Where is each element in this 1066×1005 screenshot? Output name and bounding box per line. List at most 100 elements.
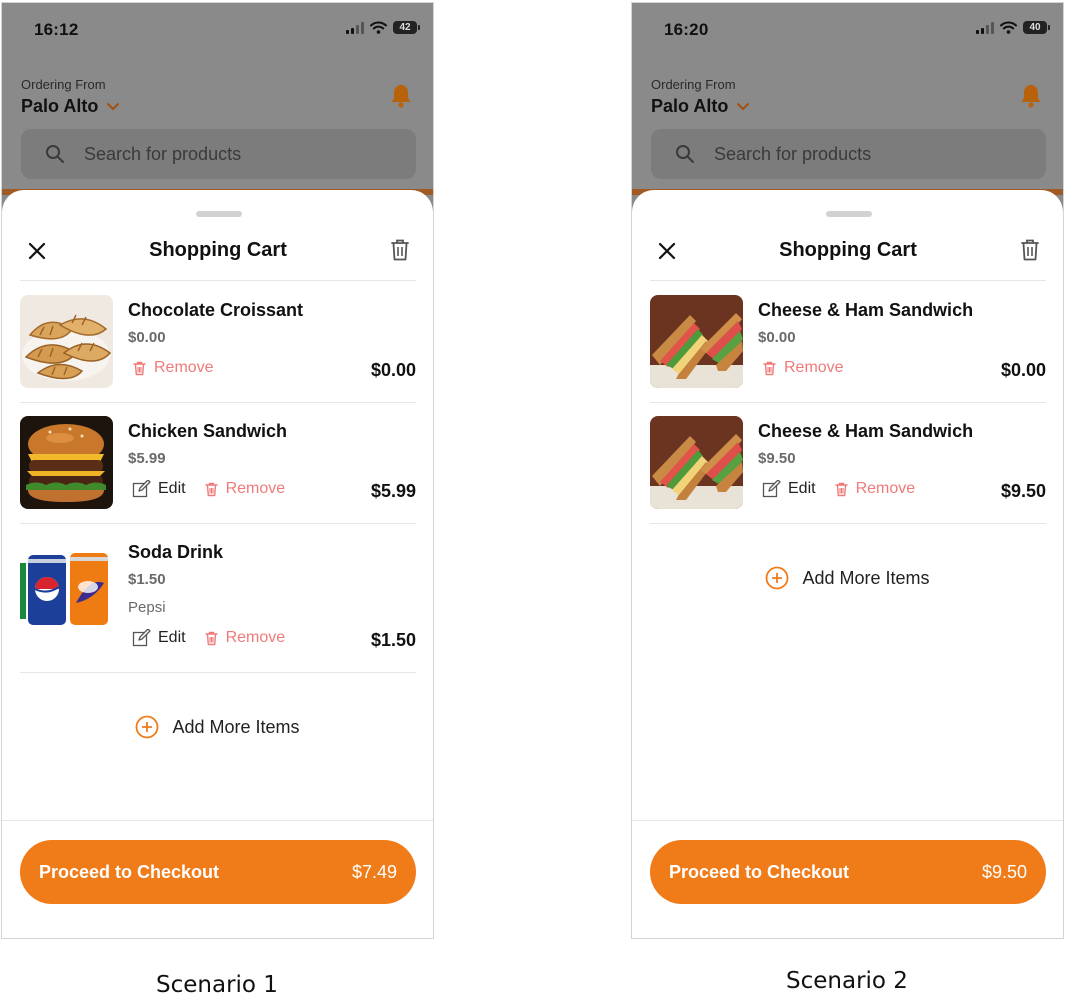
- location-name: Palo Alto: [21, 96, 99, 116]
- edit-label: Edit: [158, 480, 186, 497]
- item-total: $9.50: [1000, 481, 1046, 501]
- item-name: Cheese & Ham Sandwich: [758, 300, 974, 320]
- cart-item: Soda Drink $1.50 Pepsi Edit Remove $1.50: [20, 524, 416, 673]
- chevron-down-icon: [107, 102, 120, 111]
- croissant-image: [20, 295, 113, 388]
- trash-icon: [133, 361, 146, 376]
- ordering-from-label: Ordering From: [651, 77, 736, 92]
- remove-button[interactable]: Remove: [204, 629, 285, 647]
- cart-item: Cheese & Ham Sandwich $9.50 Edit Remove …: [650, 403, 1046, 524]
- cart-title: Shopping Cart: [149, 239, 287, 261]
- item-total: $0.00: [370, 360, 416, 380]
- remove-label: Remove: [225, 480, 286, 497]
- remove-label: Remove: [784, 359, 844, 376]
- item-actions: Edit Remove: [762, 480, 933, 498]
- location-selector[interactable]: Palo Alto: [21, 96, 120, 117]
- burger-image: [20, 416, 113, 509]
- item-variant: Pepsi: [128, 599, 166, 616]
- wifi-icon: [370, 21, 387, 34]
- search-placeholder: Search for products: [714, 143, 872, 164]
- phone-screen-scenario-1: 16:12 42 Ordering From Palo Alto Search …: [1, 2, 434, 939]
- cart-header: Shopping Cart: [20, 230, 416, 281]
- remove-button[interactable]: Remove: [132, 359, 214, 377]
- clear-cart-trash-icon[interactable]: [390, 238, 410, 262]
- search-input[interactable]: Search for products: [651, 129, 1046, 179]
- status-time: 16:20: [664, 20, 709, 39]
- proceed-to-checkout-button[interactable]: Proceed to Checkout $7.49: [20, 840, 416, 904]
- checkout-label: Proceed to Checkout: [669, 861, 850, 882]
- bell-icon[interactable]: [389, 83, 413, 109]
- proceed-to-checkout-button[interactable]: Proceed to Checkout $9.50: [650, 840, 1046, 904]
- sandwich-image: [650, 295, 743, 388]
- phone-screen-scenario-2: 16:20 40 Ordering From Palo Alto Search …: [631, 2, 1064, 939]
- shopping-cart-sheet: Shopping Cart Cheese & Ham Sandwich $0.0…: [632, 190, 1063, 938]
- remove-button[interactable]: Remove: [204, 480, 286, 498]
- item-name: Soda Drink: [128, 542, 224, 562]
- edit-button[interactable]: Edit: [132, 480, 186, 498]
- trash-icon: [834, 482, 848, 497]
- ordering-from-label: Ordering From: [21, 77, 106, 92]
- remove-button[interactable]: Remove: [834, 480, 916, 498]
- remove-button[interactable]: Remove: [762, 359, 844, 377]
- plus-circle-icon: [136, 715, 159, 739]
- edit-label: Edit: [788, 480, 816, 497]
- add-more-label: Add More Items: [172, 716, 300, 737]
- item-unit-price: $1.50: [128, 571, 166, 588]
- sheet-drag-handle[interactable]: [196, 211, 242, 217]
- scenario-caption: Scenario 2: [786, 968, 908, 994]
- search-placeholder: Search for products: [84, 143, 242, 164]
- add-more-items-button[interactable]: Add More Items: [632, 566, 1063, 590]
- status-time: 16:12: [34, 20, 79, 39]
- add-more-items-button[interactable]: Add More Items: [2, 715, 433, 739]
- item-total: $1.50: [370, 630, 416, 650]
- shopping-cart-sheet: Shopping Cart Chocolate Croissant $0.00 …: [2, 190, 433, 938]
- status-bar: 16:12 42: [2, 3, 433, 59]
- item-actions: Edit Remove: [132, 629, 303, 647]
- status-icons: 40: [976, 21, 1050, 34]
- item-name: Chicken Sandwich: [128, 421, 288, 441]
- search-input[interactable]: Search for products: [21, 129, 416, 179]
- location-selector[interactable]: Palo Alto: [651, 96, 750, 117]
- item-name: Cheese & Ham Sandwich: [758, 421, 974, 441]
- checkout-total: $9.50: [981, 861, 1027, 882]
- footer-divider: [632, 820, 1063, 821]
- status-icons: 42: [346, 21, 420, 34]
- cart-title: Shopping Cart: [779, 239, 917, 261]
- footer-divider: [2, 820, 433, 821]
- cart-item: Chicken Sandwich $5.99 Edit Remove $5.99: [20, 403, 416, 524]
- edit-button[interactable]: Edit: [762, 480, 816, 498]
- bell-icon[interactable]: [1019, 83, 1043, 109]
- cart-item: Chocolate Croissant $0.00 Remove $0.00: [20, 282, 416, 403]
- edit-icon: [132, 629, 151, 647]
- trash-icon: [763, 361, 776, 376]
- cellular-signal-icon: [976, 21, 994, 34]
- sandwich-image: [650, 416, 743, 509]
- item-actions: Remove: [132, 359, 232, 377]
- remove-label: Remove: [154, 359, 214, 376]
- status-bar: 16:20 40: [632, 3, 1063, 59]
- item-name: Chocolate Croissant: [128, 300, 304, 320]
- cellular-signal-icon: [346, 21, 364, 34]
- battery-icon: 40: [1023, 21, 1050, 34]
- edit-icon: [132, 480, 151, 498]
- checkout-label: Proceed to Checkout: [39, 861, 220, 882]
- wifi-icon: [1000, 21, 1017, 34]
- checkout-total: $7.49: [351, 861, 397, 882]
- remove-label: Remove: [855, 480, 916, 497]
- add-more-label: Add More Items: [802, 567, 930, 588]
- item-total: $5.99: [370, 481, 416, 501]
- sheet-drag-handle[interactable]: [826, 211, 872, 217]
- location-name: Palo Alto: [651, 96, 729, 116]
- item-actions: Remove: [762, 359, 862, 377]
- edit-icon: [762, 480, 781, 498]
- edit-label: Edit: [158, 629, 186, 646]
- item-actions: Edit Remove: [132, 480, 303, 498]
- clear-cart-trash-icon[interactable]: [1020, 238, 1040, 262]
- item-unit-price: $0.00: [128, 329, 166, 346]
- cart-item: Cheese & Ham Sandwich $0.00 Remove $0.00: [650, 282, 1046, 403]
- item-unit-price: $9.50: [758, 450, 796, 467]
- item-total: $0.00: [1000, 360, 1046, 380]
- search-icon: [676, 145, 694, 163]
- item-unit-price: $5.99: [128, 450, 166, 467]
- edit-button[interactable]: Edit: [132, 629, 186, 647]
